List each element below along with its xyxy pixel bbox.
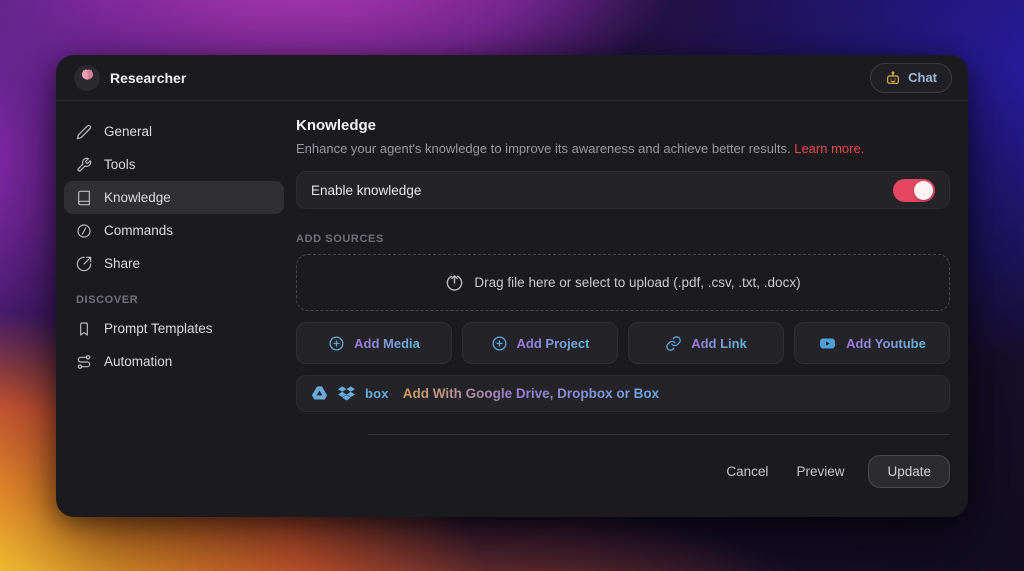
cloud-import-row[interactable]: box Add With Google Drive, Dropbox or Bo…: [296, 375, 950, 412]
sidebar-item-label: Automation: [104, 354, 173, 369]
route-icon: [76, 354, 92, 370]
settings-sidebar: General Tools Knowledge Commands Share D…: [56, 101, 296, 517]
circle-plus-icon: [328, 335, 345, 352]
google-drive-icon: [311, 386, 328, 401]
sidebar-item-label: Prompt Templates: [104, 321, 213, 336]
robot-icon: [885, 70, 901, 86]
dropbox-icon: [338, 386, 355, 401]
description-text: Enhance your agent's knowledge to improv…: [296, 141, 795, 156]
sidebar-item-label: Share: [104, 256, 141, 271]
chat-button-label: Chat: [908, 70, 937, 85]
sidebar-item-label: Knowledge: [104, 190, 171, 205]
toggle-knob: [914, 180, 933, 200]
sidebar-item-label: General: [104, 124, 153, 139]
sidebar-item-label: Commands: [104, 223, 174, 238]
pencil-icon: [76, 124, 92, 140]
book-icon: [76, 190, 92, 206]
agent-settings-modal: Researcher Chat General Tools Knowledge …: [56, 55, 968, 517]
file-dropzone[interactable]: Drag file here or select to upload (.pdf…: [296, 254, 950, 311]
agent-title: Researcher: [110, 69, 187, 86]
sidebar-item-tools[interactable]: Tools: [64, 148, 284, 181]
sidebar-item-automation[interactable]: Automation: [64, 345, 284, 378]
sidebar-item-general[interactable]: General: [64, 115, 284, 148]
footer-actions: Cancel Preview Update: [296, 435, 950, 488]
add-youtube-label: Add Youtube: [846, 335, 926, 351]
enable-knowledge-row: Enable knowledge: [296, 171, 950, 209]
add-link-label: Add Link: [691, 335, 747, 351]
preview-button[interactable]: Preview: [796, 464, 844, 479]
discover-section-label: DISCOVER: [76, 294, 139, 306]
page-title: Knowledge: [296, 117, 377, 134]
brain-icon: [80, 68, 95, 88]
slash-circle-icon: [76, 223, 92, 239]
wrench-icon: [76, 157, 92, 173]
add-project-label: Add Project: [516, 335, 590, 351]
sidebar-item-prompt-templates[interactable]: Prompt Templates: [64, 312, 284, 345]
source-buttons-row: Add Media Add Project Add Link Add Youtu…: [296, 322, 950, 364]
box-icon: box: [365, 386, 389, 401]
add-link-button[interactable]: Add Link: [628, 322, 784, 364]
avatar: [74, 64, 100, 91]
share-icon: [76, 256, 92, 272]
dropzone-label: Drag file here or select to upload (.pdf…: [474, 275, 801, 290]
add-youtube-button[interactable]: Add Youtube: [794, 322, 950, 364]
sidebar-item-commands[interactable]: Commands: [64, 214, 284, 247]
link-icon: [665, 335, 682, 352]
learn-more-link[interactable]: Learn more.: [794, 141, 864, 156]
enable-knowledge-toggle[interactable]: [893, 178, 935, 202]
sidebar-item-knowledge[interactable]: Knowledge: [64, 181, 284, 214]
modal-header: Researcher Chat: [56, 55, 968, 101]
add-media-label: Add Media: [354, 335, 420, 351]
add-project-button[interactable]: Add Project: [462, 322, 618, 364]
chat-button[interactable]: Chat: [870, 62, 952, 93]
youtube-icon: [818, 335, 837, 352]
bookmark-icon: [76, 321, 92, 337]
sidebar-item-label: Tools: [104, 157, 136, 172]
page-description: Enhance your agent's knowledge to improv…: [296, 141, 950, 156]
enable-knowledge-label: Enable knowledge: [311, 182, 422, 198]
circle-plus-icon: [491, 335, 508, 352]
upload-icon: [445, 273, 464, 292]
update-button[interactable]: Update: [868, 455, 950, 488]
add-media-button[interactable]: Add Media: [296, 322, 452, 364]
add-sources-label: ADD SOURCES: [296, 233, 384, 245]
sidebar-item-share[interactable]: Share: [64, 247, 284, 280]
knowledge-panel: Knowledge Enhance your agent's knowledge…: [296, 101, 968, 517]
cancel-button[interactable]: Cancel: [726, 464, 768, 479]
cloud-import-label: Add With Google Drive, Dropbox or Box: [402, 386, 660, 401]
